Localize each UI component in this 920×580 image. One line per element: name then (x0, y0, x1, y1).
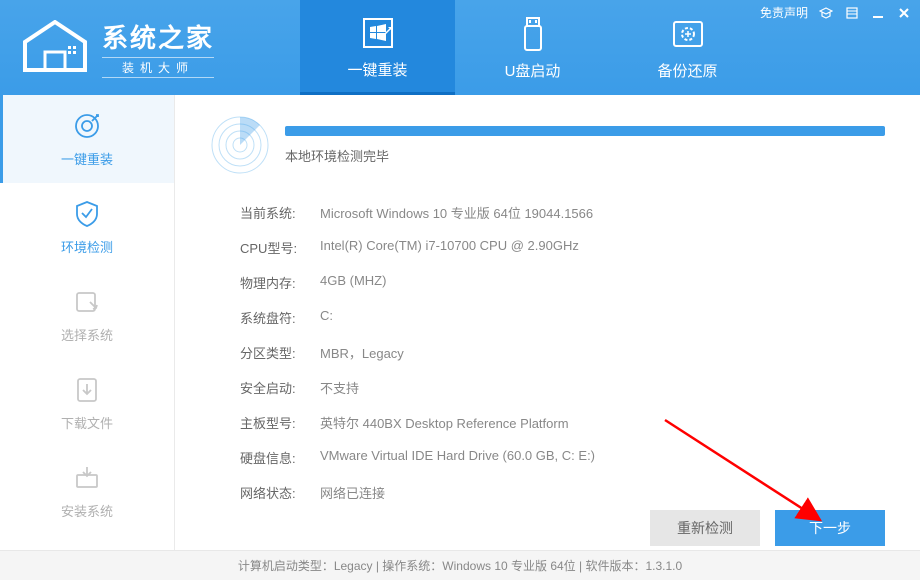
nav-tab-backup[interactable]: 备份还原 (610, 0, 765, 95)
progress-text: 本地环境检测完毕 (285, 146, 885, 165)
radar-icon (210, 115, 270, 175)
sidebar-item-label: 选择系统 (61, 325, 113, 344)
select-icon (72, 287, 102, 317)
shield-check-icon (72, 199, 102, 229)
minimize-icon[interactable] (870, 5, 886, 21)
sidebar-item-select-system[interactable]: 选择系统 (0, 271, 174, 359)
sidebar-item-label: 一键重装 (61, 149, 113, 168)
progress-bar (285, 126, 885, 136)
sidebar-item-reinstall[interactable]: 一键重装 (0, 95, 174, 183)
download-icon (72, 375, 102, 405)
recheck-button[interactable]: 重新检测 (650, 510, 760, 546)
sidebar-item-env-check[interactable]: 环境检测 (0, 183, 174, 271)
info-row: 网络状态:网络已连接 (240, 475, 885, 510)
house-logo-icon (20, 20, 90, 75)
footer-text: 计算机启动类型：Legacy | 操作系统：Windows 10 专业版 64位… (238, 557, 682, 574)
logo-area: 系统之家 装机大师 (0, 0, 300, 95)
graduation-icon[interactable] (818, 5, 834, 21)
status-bar: 计算机启动类型：Legacy | 操作系统：Windows 10 专业版 64位… (0, 550, 920, 580)
info-row: 硬盘信息:VMware Virtual IDE Hard Drive (60.0… (240, 440, 885, 475)
logo-subtitle: 装机大师 (102, 57, 214, 78)
sidebar-item-label: 环境检测 (61, 237, 113, 256)
sidebar-item-label: 安装系统 (61, 501, 113, 520)
close-icon[interactable] (896, 5, 912, 21)
info-row: 当前系统:Microsoft Windows 10 专业版 64位 19044.… (240, 195, 885, 230)
disclaimer-link[interactable]: 免责声明 (760, 4, 808, 21)
nav-tab-label: 一键重装 (347, 59, 407, 80)
install-icon (72, 463, 102, 493)
system-info-list: 当前系统:Microsoft Windows 10 专业版 64位 19044.… (210, 183, 885, 510)
windows-icon (358, 13, 398, 53)
sidebar-item-install[interactable]: 安装系统 (0, 447, 174, 535)
logo-title: 系统之家 (102, 18, 214, 55)
sidebar-item-label: 下载文件 (61, 413, 113, 432)
info-row: 系统盘符:C: (240, 300, 885, 335)
nav-tab-label: 备份还原 (657, 60, 717, 81)
backup-icon (668, 14, 708, 54)
target-icon (72, 111, 102, 141)
nav-tab-usb-boot[interactable]: U盘启动 (455, 0, 610, 95)
nav-tab-label: U盘启动 (505, 60, 561, 81)
info-row: 主板型号:英特尔 440BX Desktop Reference Platfor… (240, 405, 885, 440)
next-button[interactable]: 下一步 (775, 510, 885, 546)
info-row: CPU型号:Intel(R) Core(TM) i7-10700 CPU @ 2… (240, 230, 885, 265)
info-row: 分区类型:MBR，Legacy (240, 335, 885, 370)
info-row: 物理内存:4GB (MHZ) (240, 265, 885, 300)
sidebar: 一键重装 环境检测 选择系统 下载文件 安装系统 (0, 95, 175, 550)
usb-icon (513, 14, 553, 54)
nav-tab-reinstall[interactable]: 一键重装 (300, 0, 455, 95)
settings-icon[interactable] (844, 5, 860, 21)
info-row: 安全启动:不支持 (240, 370, 885, 405)
sidebar-item-download[interactable]: 下载文件 (0, 359, 174, 447)
